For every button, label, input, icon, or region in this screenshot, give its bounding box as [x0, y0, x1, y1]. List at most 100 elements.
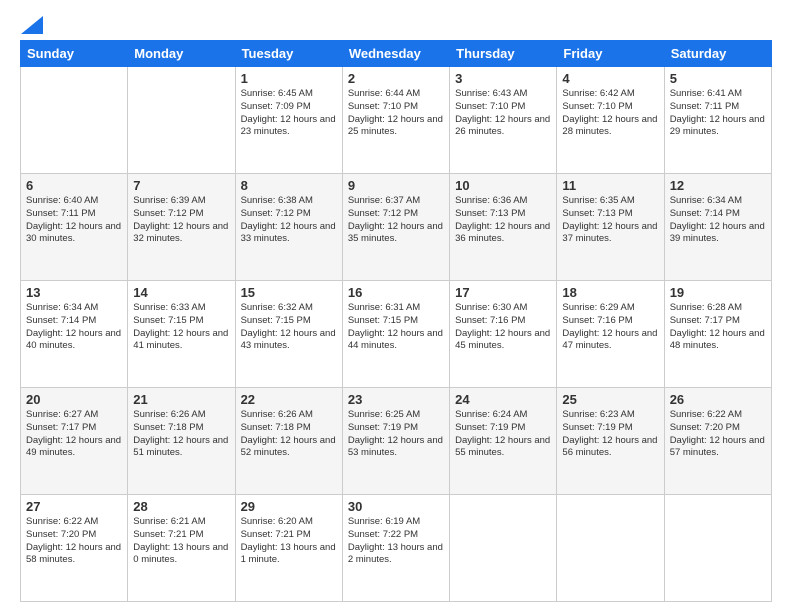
calendar-day-cell: 23 Sunrise: 6:25 AM Sunset: 7:19 PM Dayli… — [342, 388, 449, 495]
calendar-day-cell: 18Sunrise: 6:29 AM Sunset: 7:16 PM Dayli… — [557, 281, 664, 388]
day-number: 23 — [348, 392, 444, 407]
day-number: 29 — [241, 499, 337, 514]
day-number: 27 — [26, 499, 122, 514]
page: SundayMondayTuesdayWednesdayThursdayFrid… — [0, 0, 792, 612]
calendar-day-header: Tuesday — [235, 41, 342, 67]
calendar-day-cell: 1 Sunrise: 6:45 AM Sunset: 7:09 PM Daylig… — [235, 67, 342, 174]
calendar-day-cell: 26 Sunrise: 6:22 AM Sunset: 7:20 PM Dayli… — [664, 388, 771, 495]
day-info: Sunrise: 6:38 AM Sunset: 7:12 PM Dayligh… — [241, 195, 337, 246]
calendar-day-cell: 20Sunrise: 6:27 AM Sunset: 7:17 PM Dayli… — [21, 388, 128, 495]
day-number: 14 — [133, 285, 229, 300]
day-number: 6 — [26, 178, 122, 193]
logo-triangle-icon — [21, 16, 43, 34]
calendar-day-cell: 2 Sunrise: 6:44 AM Sunset: 7:10 PM Daylig… — [342, 67, 449, 174]
day-number: 9 — [348, 178, 444, 193]
day-info: Sunrise: 6:36 AM Sunset: 7:13 PM Dayligh… — [455, 195, 551, 246]
day-number: 7 — [133, 178, 229, 193]
calendar-day-cell — [664, 495, 771, 602]
day-info: Sunrise: 6:37 AM Sunset: 7:12 PM Dayligh… — [348, 195, 444, 246]
day-info: Sunrise: 6:25 AM Sunset: 7:19 PM Dayligh… — [348, 409, 444, 460]
calendar-day-cell: 14 Sunrise: 6:33 AM Sunset: 7:15 PM Dayli… — [128, 281, 235, 388]
calendar-day-header: Sunday — [21, 41, 128, 67]
calendar-header-row: SundayMondayTuesdayWednesdayThursdayFrid… — [21, 41, 772, 67]
calendar-day-cell: 3 Sunrise: 6:43 AM Sunset: 7:10 PM Daylig… — [450, 67, 557, 174]
day-info: Sunrise: 6:26 AM Sunset: 7:18 PM Dayligh… — [241, 409, 337, 460]
calendar-day-cell: 17 Sunrise: 6:30 AM Sunset: 7:16 PM Dayli… — [450, 281, 557, 388]
calendar-day-cell: 13Sunrise: 6:34 AM Sunset: 7:14 PM Dayli… — [21, 281, 128, 388]
day-number: 2 — [348, 71, 444, 86]
calendar-day-cell: 30 Sunrise: 6:19 AM Sunset: 7:22 PM Dayli… — [342, 495, 449, 602]
day-number: 16 — [348, 285, 444, 300]
day-number: 30 — [348, 499, 444, 514]
day-info: Sunrise: 6:42 AM Sunset: 7:10 PM Dayligh… — [562, 88, 658, 139]
calendar-day-cell: 7 Sunrise: 6:39 AM Sunset: 7:12 PM Daylig… — [128, 174, 235, 281]
calendar-day-cell: 16 Sunrise: 6:31 AM Sunset: 7:15 PM Dayli… — [342, 281, 449, 388]
day-number: 24 — [455, 392, 551, 407]
logo — [20, 16, 44, 30]
day-info: Sunrise: 6:22 AM Sunset: 7:20 PM Dayligh… — [670, 409, 766, 460]
calendar-day-cell: 19Sunrise: 6:28 AM Sunset: 7:17 PM Dayli… — [664, 281, 771, 388]
day-info: Sunrise: 6:33 AM Sunset: 7:15 PM Dayligh… — [133, 302, 229, 353]
calendar-week-row: 1 Sunrise: 6:45 AM Sunset: 7:09 PM Daylig… — [21, 67, 772, 174]
day-number: 17 — [455, 285, 551, 300]
day-info: Sunrise: 6:26 AM Sunset: 7:18 PM Dayligh… — [133, 409, 229, 460]
day-info: Sunrise: 6:44 AM Sunset: 7:10 PM Dayligh… — [348, 88, 444, 139]
day-info: Sunrise: 6:28 AM Sunset: 7:17 PM Dayligh… — [670, 302, 766, 353]
day-number: 5 — [670, 71, 766, 86]
day-number: 10 — [455, 178, 551, 193]
day-info: Sunrise: 6:34 AM Sunset: 7:14 PM Dayligh… — [670, 195, 766, 246]
calendar-table: SundayMondayTuesdayWednesdayThursdayFrid… — [20, 40, 772, 602]
calendar-week-row: 13Sunrise: 6:34 AM Sunset: 7:14 PM Dayli… — [21, 281, 772, 388]
day-info: Sunrise: 6:20 AM Sunset: 7:21 PM Dayligh… — [241, 516, 337, 567]
calendar-week-row: 27 Sunrise: 6:22 AM Sunset: 7:20 PM Dayli… — [21, 495, 772, 602]
calendar-day-cell — [450, 495, 557, 602]
calendar-day-header: Saturday — [664, 41, 771, 67]
header — [20, 16, 772, 30]
day-number: 1 — [241, 71, 337, 86]
day-info: Sunrise: 6:30 AM Sunset: 7:16 PM Dayligh… — [455, 302, 551, 353]
day-info: Sunrise: 6:40 AM Sunset: 7:11 PM Dayligh… — [26, 195, 122, 246]
day-number: 11 — [562, 178, 658, 193]
day-info: Sunrise: 6:41 AM Sunset: 7:11 PM Dayligh… — [670, 88, 766, 139]
day-info: Sunrise: 6:19 AM Sunset: 7:22 PM Dayligh… — [348, 516, 444, 567]
day-info: Sunrise: 6:35 AM Sunset: 7:13 PM Dayligh… — [562, 195, 658, 246]
day-number: 4 — [562, 71, 658, 86]
calendar-day-cell: 15Sunrise: 6:32 AM Sunset: 7:15 PM Dayli… — [235, 281, 342, 388]
day-info: Sunrise: 6:29 AM Sunset: 7:16 PM Dayligh… — [562, 302, 658, 353]
calendar-day-header: Thursday — [450, 41, 557, 67]
calendar-day-cell: 9 Sunrise: 6:37 AM Sunset: 7:12 PM Daylig… — [342, 174, 449, 281]
day-number: 25 — [562, 392, 658, 407]
calendar-day-cell: 10 Sunrise: 6:36 AM Sunset: 7:13 PM Dayli… — [450, 174, 557, 281]
day-info: Sunrise: 6:22 AM Sunset: 7:20 PM Dayligh… — [26, 516, 122, 567]
day-number: 8 — [241, 178, 337, 193]
day-number: 26 — [670, 392, 766, 407]
day-number: 22 — [241, 392, 337, 407]
calendar-week-row: 20Sunrise: 6:27 AM Sunset: 7:17 PM Dayli… — [21, 388, 772, 495]
day-info: Sunrise: 6:43 AM Sunset: 7:10 PM Dayligh… — [455, 88, 551, 139]
calendar-day-cell: 5 Sunrise: 6:41 AM Sunset: 7:11 PM Daylig… — [664, 67, 771, 174]
calendar-day-cell: 28 Sunrise: 6:21 AM Sunset: 7:21 PM Dayli… — [128, 495, 235, 602]
calendar-day-cell — [557, 495, 664, 602]
day-number: 21 — [133, 392, 229, 407]
day-number: 3 — [455, 71, 551, 86]
calendar-week-row: 6 Sunrise: 6:40 AM Sunset: 7:11 PM Daylig… — [21, 174, 772, 281]
day-number: 28 — [133, 499, 229, 514]
calendar-day-cell — [21, 67, 128, 174]
calendar-day-cell: 8 Sunrise: 6:38 AM Sunset: 7:12 PM Daylig… — [235, 174, 342, 281]
calendar-day-header: Wednesday — [342, 41, 449, 67]
day-info: Sunrise: 6:45 AM Sunset: 7:09 PM Dayligh… — [241, 88, 337, 139]
calendar-day-header: Monday — [128, 41, 235, 67]
calendar-day-cell: 29 Sunrise: 6:20 AM Sunset: 7:21 PM Dayli… — [235, 495, 342, 602]
day-number: 20 — [26, 392, 122, 407]
day-info: Sunrise: 6:39 AM Sunset: 7:12 PM Dayligh… — [133, 195, 229, 246]
day-info: Sunrise: 6:34 AM Sunset: 7:14 PM Dayligh… — [26, 302, 122, 353]
day-number: 12 — [670, 178, 766, 193]
calendar-day-cell — [128, 67, 235, 174]
day-info: Sunrise: 6:31 AM Sunset: 7:15 PM Dayligh… — [348, 302, 444, 353]
day-info: Sunrise: 6:21 AM Sunset: 7:21 PM Dayligh… — [133, 516, 229, 567]
calendar-day-header: Friday — [557, 41, 664, 67]
day-info: Sunrise: 6:24 AM Sunset: 7:19 PM Dayligh… — [455, 409, 551, 460]
calendar-day-cell: 4 Sunrise: 6:42 AM Sunset: 7:10 PM Daylig… — [557, 67, 664, 174]
day-info: Sunrise: 6:23 AM Sunset: 7:19 PM Dayligh… — [562, 409, 658, 460]
calendar-day-cell: 11 Sunrise: 6:35 AM Sunset: 7:13 PM Dayli… — [557, 174, 664, 281]
